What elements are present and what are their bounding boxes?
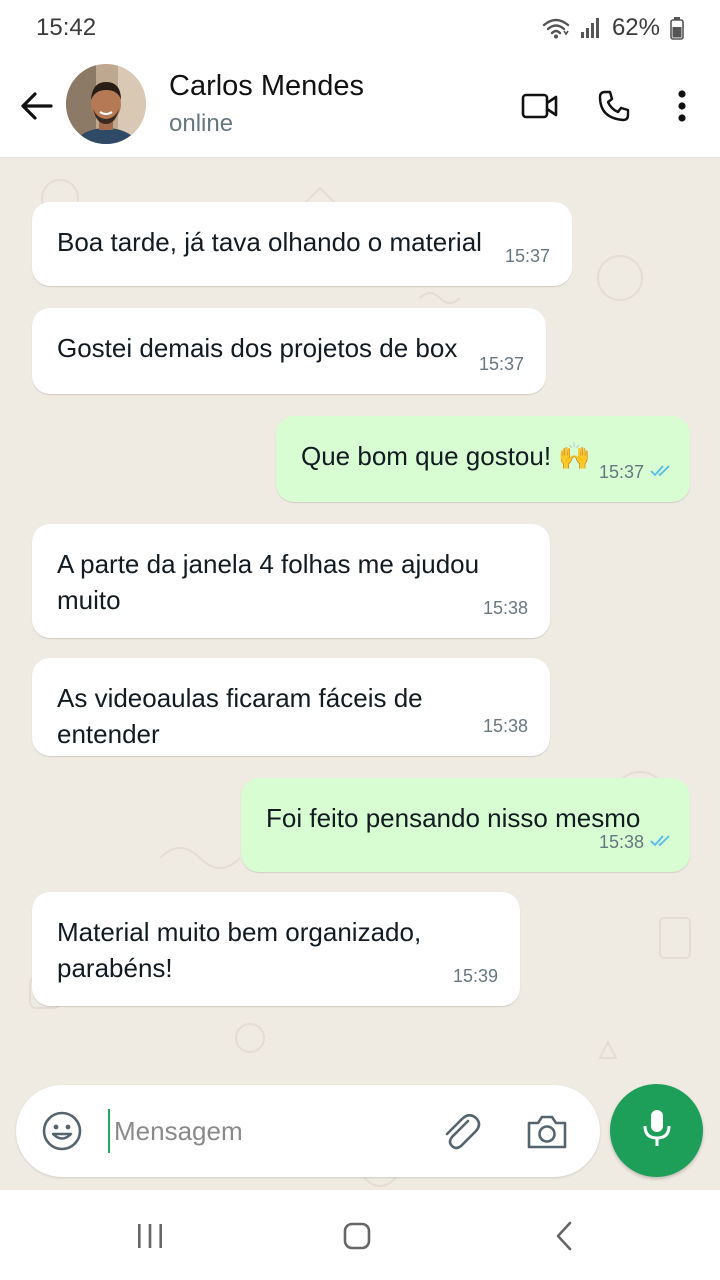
- message-bubble-incoming[interactable]: Material muito bem organizado, parabéns!…: [32, 892, 520, 1006]
- avatar[interactable]: [66, 64, 146, 144]
- message-bubble-incoming[interactable]: Boa tarde, já tava olhando o material 15…: [32, 202, 572, 286]
- message-time: 15:38: [598, 832, 644, 852]
- message-time: 15:37: [504, 246, 550, 266]
- message-composer: [16, 1085, 600, 1177]
- message-time: 15:38: [482, 716, 528, 736]
- attach-icon[interactable]: [438, 1109, 484, 1155]
- emoji-icon[interactable]: [40, 1109, 84, 1153]
- message-text: Boa tarde, já tava olhando o material: [57, 227, 482, 257]
- contact-name[interactable]: Carlos Mendes: [169, 70, 364, 103]
- mic-icon: [640, 1108, 674, 1153]
- message-time: 15:37: [478, 354, 524, 374]
- status-time: 15:42: [36, 14, 97, 41]
- recent-apps-icon[interactable]: [126, 1214, 174, 1258]
- message-bubble-incoming[interactable]: As videoaulas ficaram fáceis de entender…: [32, 658, 550, 756]
- message-text: A parte da janela 4 folhas me ajudou mui…: [57, 549, 480, 615]
- message-input[interactable]: [108, 1109, 408, 1153]
- video-call-icon[interactable]: [516, 82, 564, 130]
- message-bubble-outgoing[interactable]: Foi feito pensando nisso mesmo 15:38: [241, 778, 690, 872]
- message-bubble-outgoing[interactable]: Que bom que gostou! 🙌 15:37: [276, 416, 690, 502]
- voice-call-icon[interactable]: [590, 82, 638, 130]
- battery-level: 62%: [611, 14, 660, 41]
- contact-status: online: [169, 110, 234, 137]
- chat-area[interactable]: Boa tarde, já tava olhando o material 15…: [0, 158, 720, 1190]
- status-indicators: 62%: [542, 14, 684, 42]
- home-icon[interactable]: [333, 1214, 381, 1258]
- message-bubble-incoming[interactable]: Gostei demais dos projetos de box 15:37: [32, 308, 546, 394]
- wifi-icon: [542, 16, 570, 40]
- message-bubble-incoming[interactable]: A parte da janela 4 folhas me ajudou mui…: [32, 524, 550, 638]
- more-options-icon[interactable]: [658, 82, 706, 130]
- message-time: 15:39: [452, 966, 498, 986]
- camera-icon[interactable]: [524, 1109, 570, 1155]
- read-ticks-icon: [650, 824, 674, 860]
- message-text: Material muito bem organizado, parabéns!: [57, 917, 422, 983]
- back-icon[interactable]: [540, 1214, 588, 1258]
- message-time: 15:37: [598, 462, 644, 482]
- signal-icon: [580, 17, 602, 39]
- message-text: Gostei demais dos projetos de box: [57, 333, 458, 363]
- battery-icon: [670, 16, 684, 40]
- mic-button[interactable]: [610, 1084, 703, 1177]
- back-arrow-icon[interactable]: [16, 86, 56, 126]
- status-bar: 15:42 62%: [0, 0, 720, 56]
- system-nav-bar: [0, 1190, 720, 1280]
- message-time: 15:38: [482, 598, 528, 618]
- chat-header: Carlos Mendes online: [0, 56, 720, 158]
- read-ticks-icon: [650, 454, 674, 490]
- message-text: As videoaulas ficaram fáceis de entender: [57, 683, 423, 749]
